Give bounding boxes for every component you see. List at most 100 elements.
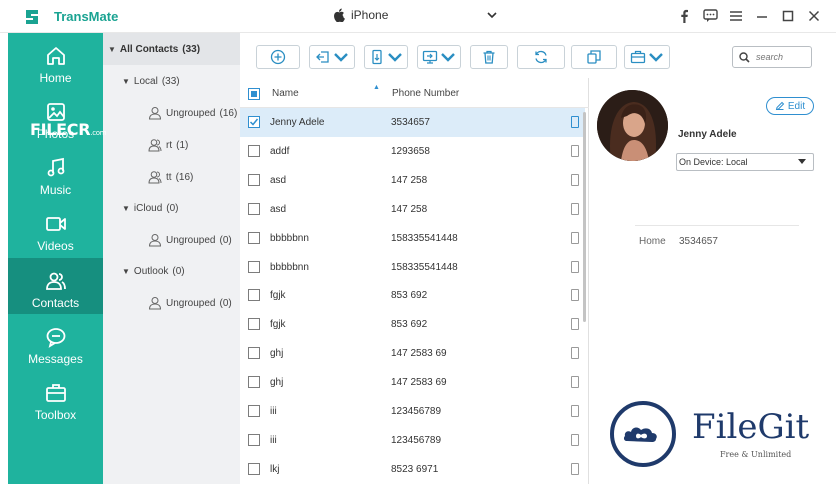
divider [635, 225, 799, 226]
select-all-checkbox[interactable] [248, 88, 260, 100]
person-icon [148, 234, 162, 247]
refresh-button[interactable] [517, 45, 565, 69]
row-checkbox[interactable] [248, 376, 260, 389]
add-button[interactable] [256, 45, 300, 69]
phone-device-icon [571, 405, 579, 417]
contact-name-cell: lkj [270, 463, 280, 475]
tree-item-rt[interactable]: rt (1) [148, 138, 188, 152]
phone-number-cell: 123456789 [391, 406, 442, 417]
filegit-logo-icon [610, 401, 676, 467]
row-checkbox[interactable] [248, 116, 260, 128]
contact-group-tree: ▼ All Contacts (33) ▼ Local (33) Ungroup… [103, 33, 240, 484]
tree-item-count: (16) [219, 107, 238, 119]
person-icon [148, 107, 162, 120]
phone-device-icon [571, 116, 579, 128]
tree-item-label: tt [166, 171, 172, 183]
phone-number-cell: 147 2583 69 [391, 377, 447, 389]
row-checkbox[interactable] [248, 462, 260, 475]
minimize-icon[interactable] [754, 7, 770, 25]
sidebar-item-messages[interactable]: Messages [8, 314, 103, 370]
expand-triangle-icon[interactable]: ▼ [122, 77, 130, 86]
export-to-device-button[interactable] [364, 45, 408, 69]
expand-triangle-icon[interactable]: ▼ [122, 267, 130, 276]
export-to-pc-button[interactable] [417, 45, 461, 69]
table-row[interactable]: asd 147 258 [240, 166, 585, 195]
delete-button[interactable] [470, 45, 508, 69]
row-checkbox[interactable] [248, 231, 260, 244]
tree-item-label: Outlook [133, 266, 169, 277]
storage-location-value: On Device: Local [679, 157, 748, 167]
table-row[interactable]: ghj 147 2583 69 [240, 368, 585, 397]
search-box[interactable] [732, 46, 812, 68]
contact-name-cell: fgjk [270, 290, 286, 302]
tree-item-label: Ungrouped [166, 297, 216, 309]
row-checkbox[interactable] [248, 405, 260, 417]
row-checkbox[interactable] [248, 173, 260, 186]
maximize-icon[interactable] [780, 7, 796, 25]
filegit-brand: FileGit [692, 407, 810, 447]
table-row[interactable]: ghj 147 2583 69 [240, 339, 585, 368]
table-row[interactable]: bbbbbnn 158335541448 [240, 224, 585, 253]
expand-triangle-icon[interactable]: ▼ [122, 204, 130, 213]
sort-ascending-icon[interactable]: ▲ [373, 84, 380, 91]
tree-item-count: (33) [161, 76, 180, 87]
feedback-icon[interactable] [702, 7, 718, 25]
tree-item-count: (0) [219, 234, 232, 246]
row-checkbox[interactable] [248, 260, 260, 273]
table-row[interactable]: iii 123456789 [240, 397, 585, 426]
row-checkbox[interactable] [248, 202, 260, 215]
table-scrollbar[interactable] [583, 112, 586, 322]
sidebar-item-label: Contacts [31, 296, 80, 310]
expand-triangle-icon[interactable]: ▼ [108, 45, 116, 54]
row-checkbox[interactable] [248, 347, 260, 360]
tree-item-outlook-ungrouped[interactable]: Ungrouped (0) [148, 296, 232, 310]
chevron-down-icon[interactable] [486, 9, 498, 21]
search-input[interactable] [756, 52, 810, 62]
tree-item-icloud-ungrouped[interactable]: Ungrouped (0) [148, 233, 232, 247]
table-row[interactable]: asd 147 258 [240, 195, 585, 224]
table-row[interactable]: iii 123456789 [240, 426, 585, 455]
tree-item-tt[interactable]: tt (16) [148, 170, 193, 184]
device-selector[interactable]: iPhone [333, 8, 388, 22]
table-row[interactable]: fgjk 853 692 [240, 310, 585, 339]
storage-location-select[interactable]: On Device: Local [676, 153, 814, 171]
tree-item-local-ungrouped[interactable]: Ungrouped (16) [148, 106, 237, 120]
import-button[interactable] [309, 45, 355, 69]
menu-icon[interactable] [728, 7, 744, 25]
facebook-icon[interactable] [676, 7, 692, 25]
table-row[interactable]: lkj 8523 6971 [240, 455, 585, 484]
sidebar-item-contacts[interactable]: Contacts [8, 258, 103, 314]
tree-item-icloud[interactable]: ▼ iCloud (0) [122, 203, 179, 214]
tree-item-count: (0) [219, 297, 232, 309]
edit-button[interactable]: Edit [766, 97, 814, 115]
row-checkbox[interactable] [248, 144, 260, 157]
tree-item-count: (33) [182, 44, 201, 55]
close-icon[interactable] [806, 7, 822, 25]
table-row[interactable]: fgjk 853 692 [240, 281, 585, 310]
table-row[interactable]: Jenny Adele 3534657 [240, 108, 585, 137]
table-row[interactable]: bbbbbnn 158335541448 [240, 253, 585, 282]
sidebar-item-videos[interactable]: Videos [8, 201, 103, 257]
table-row[interactable]: addf 1293658 [240, 137, 585, 166]
column-header-phone[interactable]: Phone Number [392, 88, 459, 99]
tree-item-outlook[interactable]: ▼ Outlook (0) [122, 266, 185, 277]
sidebar-item-toolbox[interactable]: Toolbox [8, 370, 103, 426]
sidebar-item-music[interactable]: Music [8, 145, 103, 201]
phone-field-label: Home [639, 236, 666, 247]
contact-name-cell: asd [270, 203, 287, 215]
row-checkbox[interactable] [248, 289, 260, 302]
chevron-down-icon [649, 53, 663, 62]
row-checkbox[interactable] [248, 433, 260, 446]
phone-number-cell: 8523 6971 [391, 463, 439, 475]
contact-name-cell: bbbbbnn [270, 232, 309, 244]
sidebar-item-home[interactable]: Home [8, 33, 103, 89]
tree-item-all-contacts[interactable]: ▼ All Contacts (33) [108, 44, 200, 55]
tree-item-local[interactable]: ▼ Local (33) [122, 76, 180, 87]
export-to-pc-icon [422, 50, 438, 64]
deduplicate-button[interactable] [571, 45, 617, 69]
column-header-name[interactable]: Name [272, 88, 299, 99]
row-checkbox[interactable] [248, 318, 260, 331]
toolbox-button[interactable] [624, 45, 670, 69]
chevron-down-icon [388, 53, 402, 62]
chevron-down-icon [334, 53, 348, 62]
